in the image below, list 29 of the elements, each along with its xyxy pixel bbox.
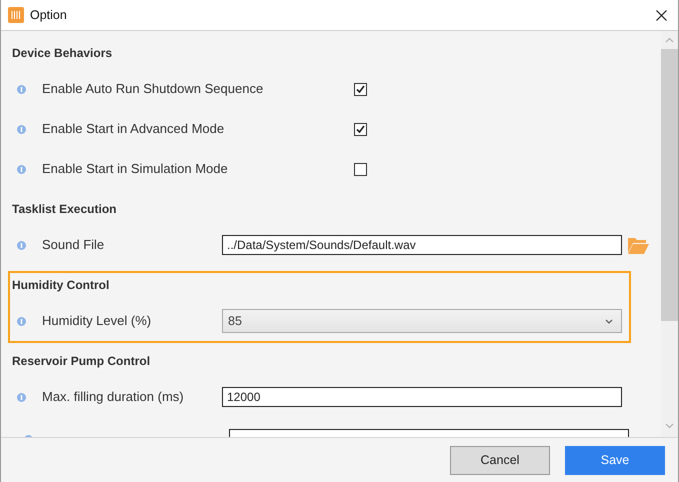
dropdown-value: 85 xyxy=(228,314,242,328)
info-icon xyxy=(17,84,26,94)
info-icon xyxy=(17,164,26,174)
section-heading: Device Behaviors xyxy=(12,46,112,60)
section-heading: Tasklist Execution xyxy=(12,202,116,216)
setting-label: Enable Start in Simulation Mode xyxy=(42,160,229,178)
setting-label: Max. filling duration (ms) xyxy=(42,388,185,406)
app-icon xyxy=(8,7,24,23)
info-icon xyxy=(17,124,26,134)
save-button[interactable]: Save xyxy=(565,446,665,474)
dropdown[interactable]: 85 xyxy=(222,309,622,333)
checkbox[interactable] xyxy=(354,82,367,96)
section-heading: Reservoir Pump Control xyxy=(12,354,150,368)
section-heading: Humidity Control xyxy=(12,278,110,292)
setting-label: Enable Auto Run Shutdown Sequence xyxy=(42,80,264,98)
window-title: Option xyxy=(30,8,67,22)
close-icon[interactable] xyxy=(656,10,667,20)
checkbox[interactable] xyxy=(354,162,367,176)
info-icon xyxy=(17,316,26,326)
info-icon xyxy=(17,392,26,402)
chevron-icon xyxy=(605,318,613,324)
input-field[interactable]: 12000 xyxy=(222,387,622,407)
cancel-button[interactable]: Cancel xyxy=(450,446,550,474)
setting-label: Sound File xyxy=(42,236,106,254)
checkbox[interactable] xyxy=(354,122,367,136)
setting-label: Humidity Level (%) xyxy=(42,312,152,330)
setting-label: Enable Start in Advanced Mode xyxy=(42,120,226,138)
file-path-field[interactable]: ../Data/System/Sounds/Default.wav xyxy=(222,235,622,255)
info-icon xyxy=(17,240,26,250)
